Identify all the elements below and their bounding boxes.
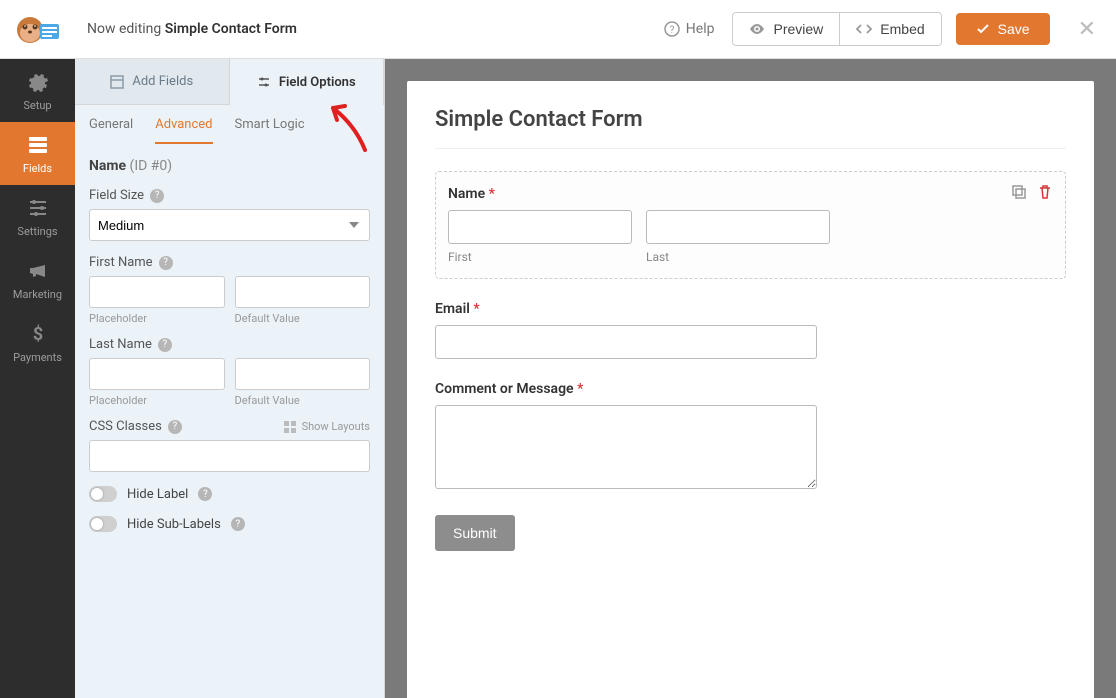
hide-sublabels-toggle[interactable]	[89, 516, 117, 532]
form-field-name[interactable]: Name * First Last	[435, 171, 1066, 279]
hide-label-text: Hide Label	[127, 487, 188, 502]
first-sublabel: First	[448, 250, 632, 264]
field-name-heading: Name (ID #0)	[89, 158, 370, 174]
gear-icon	[27, 71, 49, 93]
last-name-placeholder-input[interactable]	[89, 358, 225, 390]
first-name-placeholder-input[interactable]	[89, 276, 225, 308]
email-field-label: Email *	[435, 301, 1066, 317]
last-name-default-input[interactable]	[235, 358, 371, 390]
dollar-icon: $	[27, 323, 49, 345]
nav-setup[interactable]: Setup	[0, 59, 75, 122]
nav-payments[interactable]: $ Payments	[0, 311, 75, 374]
form-title: Simple Contact Form	[435, 107, 1066, 132]
help-link[interactable]: ? Help	[664, 21, 715, 37]
nav-settings[interactable]: Settings	[0, 185, 75, 248]
first-name-default-input[interactable]	[235, 276, 371, 308]
default-value-sublabel: Default Value	[235, 394, 371, 407]
email-input[interactable]	[435, 325, 817, 359]
tab-field-options[interactable]: Field Options	[230, 59, 385, 105]
svg-text:$: $	[32, 324, 42, 345]
last-sublabel: Last	[646, 250, 830, 264]
nav-fields[interactable]: Fields	[0, 122, 75, 185]
layout-icon	[110, 75, 124, 89]
wpforms-logo	[0, 0, 75, 59]
now-editing-text: Now editing Simple Contact Form	[87, 21, 297, 37]
code-icon	[856, 21, 872, 37]
help-icon[interactable]: ?	[158, 338, 172, 352]
help-icon[interactable]: ?	[150, 189, 164, 203]
show-layouts-link[interactable]: Show Layouts	[284, 420, 370, 433]
comment-field-label: Comment or Message *	[435, 381, 1066, 397]
eye-icon	[749, 21, 765, 37]
tab-add-fields[interactable]: Add Fields	[75, 59, 230, 105]
fields-icon	[27, 134, 49, 156]
form-field-email[interactable]: Email *	[435, 301, 1066, 359]
first-name-label: First Name?	[89, 255, 370, 270]
name-field-label: Name *	[448, 186, 1053, 202]
subtab-general[interactable]: General	[89, 117, 133, 144]
bullhorn-icon	[27, 260, 49, 282]
close-icon[interactable]: ✕	[1078, 17, 1096, 42]
field-size-label: Field Size?	[89, 188, 370, 203]
check-icon	[976, 22, 990, 36]
subtab-advanced[interactable]: Advanced	[155, 117, 212, 144]
sliders-icon	[27, 197, 49, 219]
subtab-smart-logic[interactable]: Smart Logic	[235, 117, 305, 144]
divider	[435, 148, 1066, 149]
save-button[interactable]: Save	[956, 13, 1050, 45]
svg-text:?: ?	[669, 25, 674, 36]
placeholder-sublabel: Placeholder	[89, 312, 225, 325]
help-icon[interactable]: ?	[198, 487, 212, 501]
last-name-label: Last Name?	[89, 337, 370, 352]
placeholder-sublabel: Placeholder	[89, 394, 225, 407]
hide-sublabels-text: Hide Sub-Labels	[127, 517, 221, 532]
form-field-comment[interactable]: Comment or Message *	[435, 381, 1066, 493]
css-classes-input[interactable]	[89, 440, 370, 472]
trash-icon[interactable]	[1037, 184, 1053, 200]
field-size-select[interactable]: Medium	[89, 209, 370, 241]
help-icon: ?	[664, 21, 680, 37]
nav-marketing[interactable]: Marketing	[0, 248, 75, 311]
help-icon[interactable]: ?	[231, 517, 245, 531]
duplicate-icon[interactable]	[1011, 184, 1027, 200]
preview-button[interactable]: Preview	[733, 13, 840, 45]
help-icon[interactable]: ?	[168, 420, 182, 434]
help-icon[interactable]: ?	[159, 256, 173, 270]
first-name-input[interactable]	[448, 210, 632, 244]
last-name-input[interactable]	[646, 210, 830, 244]
embed-button[interactable]: Embed	[840, 13, 940, 45]
css-classes-label: CSS Classes?	[89, 419, 182, 434]
grid-icon	[284, 421, 296, 433]
hide-label-toggle[interactable]	[89, 486, 117, 502]
default-value-sublabel: Default Value	[235, 312, 371, 325]
submit-button[interactable]: Submit	[435, 515, 515, 551]
sliders-icon	[257, 75, 271, 89]
comment-textarea[interactable]	[435, 405, 817, 489]
